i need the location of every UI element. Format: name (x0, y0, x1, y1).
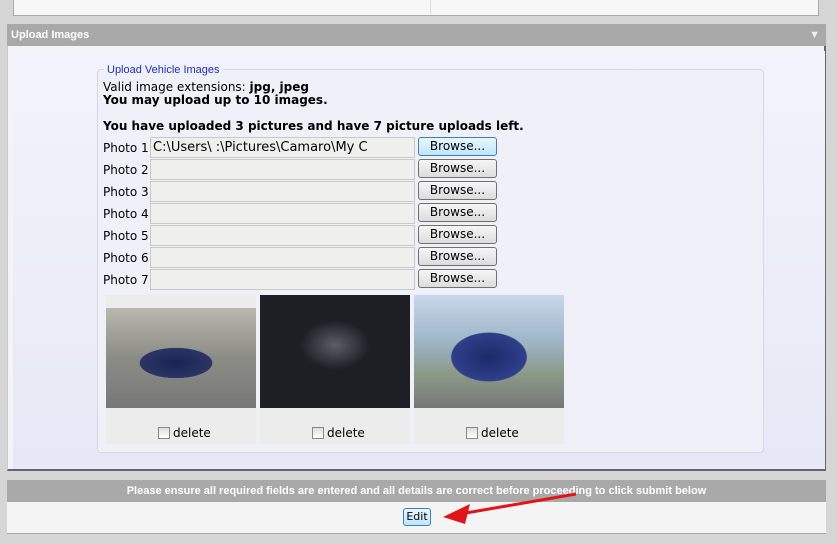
section-header[interactable]: Upload Images ▼ (7, 24, 826, 46)
delete-checkbox[interactable] (312, 427, 324, 439)
browse-button[interactable]: Browse... (418, 159, 497, 178)
engine-photo (260, 295, 410, 408)
uploaded-photo-1: delete (106, 295, 256, 444)
upload-status: You have uploaded 3 pictures and have 7 … (103, 119, 524, 133)
delete-label: delete (481, 426, 519, 440)
photo-file-input[interactable] (150, 269, 415, 290)
extensions-label: Valid image extensions: (103, 80, 250, 94)
uploaded-photo-3: delete (414, 295, 564, 444)
photo-file-input[interactable] (150, 181, 415, 202)
photo-label: Photo 6 (103, 251, 149, 265)
photo-file-input[interactable] (150, 225, 415, 246)
browse-button[interactable]: Browse... (418, 247, 497, 266)
photo-label: Photo 5 (103, 229, 149, 243)
photo-label: Photo 4 (103, 207, 149, 221)
uploaded-photo-2: delete (260, 295, 410, 444)
delete-label: delete (327, 426, 365, 440)
browse-button[interactable]: Browse... (418, 225, 497, 244)
photo-file-input[interactable] (150, 159, 415, 180)
edit-button[interactable]: Edit (403, 508, 431, 526)
browse-button[interactable]: Browse... (418, 269, 497, 288)
photo-file-input[interactable]: C:\Users\ :\Pictures\Camaro\My C (150, 137, 415, 158)
photo-label: Photo 7 (103, 273, 149, 287)
photo-label: Photo 3 (103, 185, 149, 199)
divider (430, 0, 431, 14)
delete-label: delete (173, 426, 211, 440)
photo-file-input[interactable] (150, 247, 415, 268)
photo-file-input[interactable] (150, 203, 415, 224)
delete-checkbox[interactable] (466, 427, 478, 439)
triangle-down-icon[interactable]: ▼ (809, 24, 820, 46)
red-arrow-annotation (443, 492, 577, 524)
previous-section-panel (13, 0, 819, 16)
photo-label: Photo 1 (103, 141, 149, 155)
browse-button[interactable]: Browse... (418, 137, 497, 156)
extensions-value: jpg, jpeg (249, 80, 309, 94)
upload-limit: You may upload up to 10 images. (103, 93, 328, 107)
browse-button[interactable]: Browse... (418, 203, 497, 222)
car-photo (414, 295, 564, 408)
browse-button[interactable]: Browse... (418, 181, 497, 200)
photo-label: Photo 2 (103, 163, 149, 177)
fieldset-legend: Upload Vehicle Images (104, 64, 223, 76)
notice-bar: Please ensure all required fields are en… (7, 480, 826, 502)
section-title: Upload Images (11, 29, 90, 41)
car-photo (106, 308, 256, 408)
delete-checkbox[interactable] (158, 427, 170, 439)
extensions-info: Valid image extensions: jpg, jpeg (103, 80, 309, 94)
